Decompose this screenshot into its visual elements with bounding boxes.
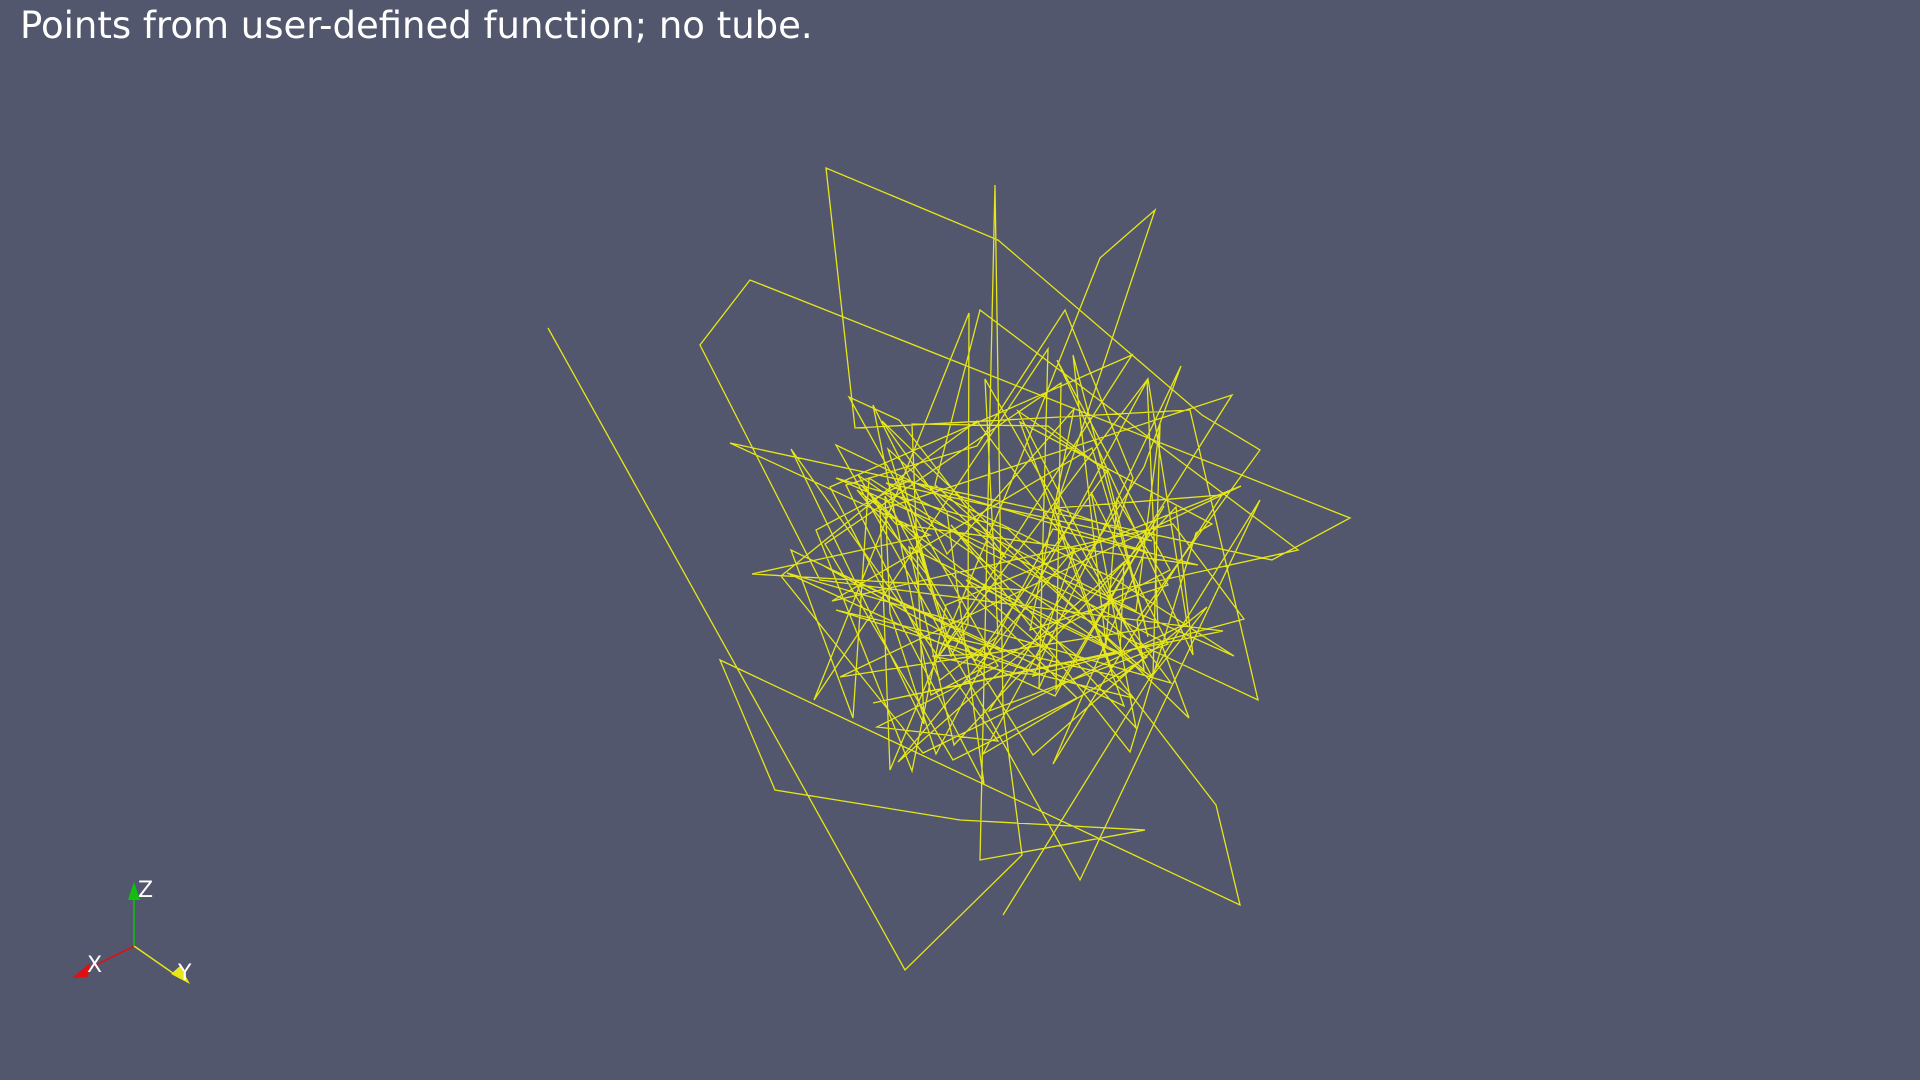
x-axis-label: X xyxy=(87,953,102,978)
orientation-axes-widget: X Y Z xyxy=(72,878,192,986)
render-viewport[interactable]: Points from user-defined function; no tu… xyxy=(0,0,1920,1080)
y-axis-label: Y xyxy=(177,961,192,986)
scene-canvas[interactable]: X Y Z xyxy=(0,0,1920,1080)
spline-polyline xyxy=(547,166,1352,972)
z-axis-label: Z xyxy=(138,878,153,903)
